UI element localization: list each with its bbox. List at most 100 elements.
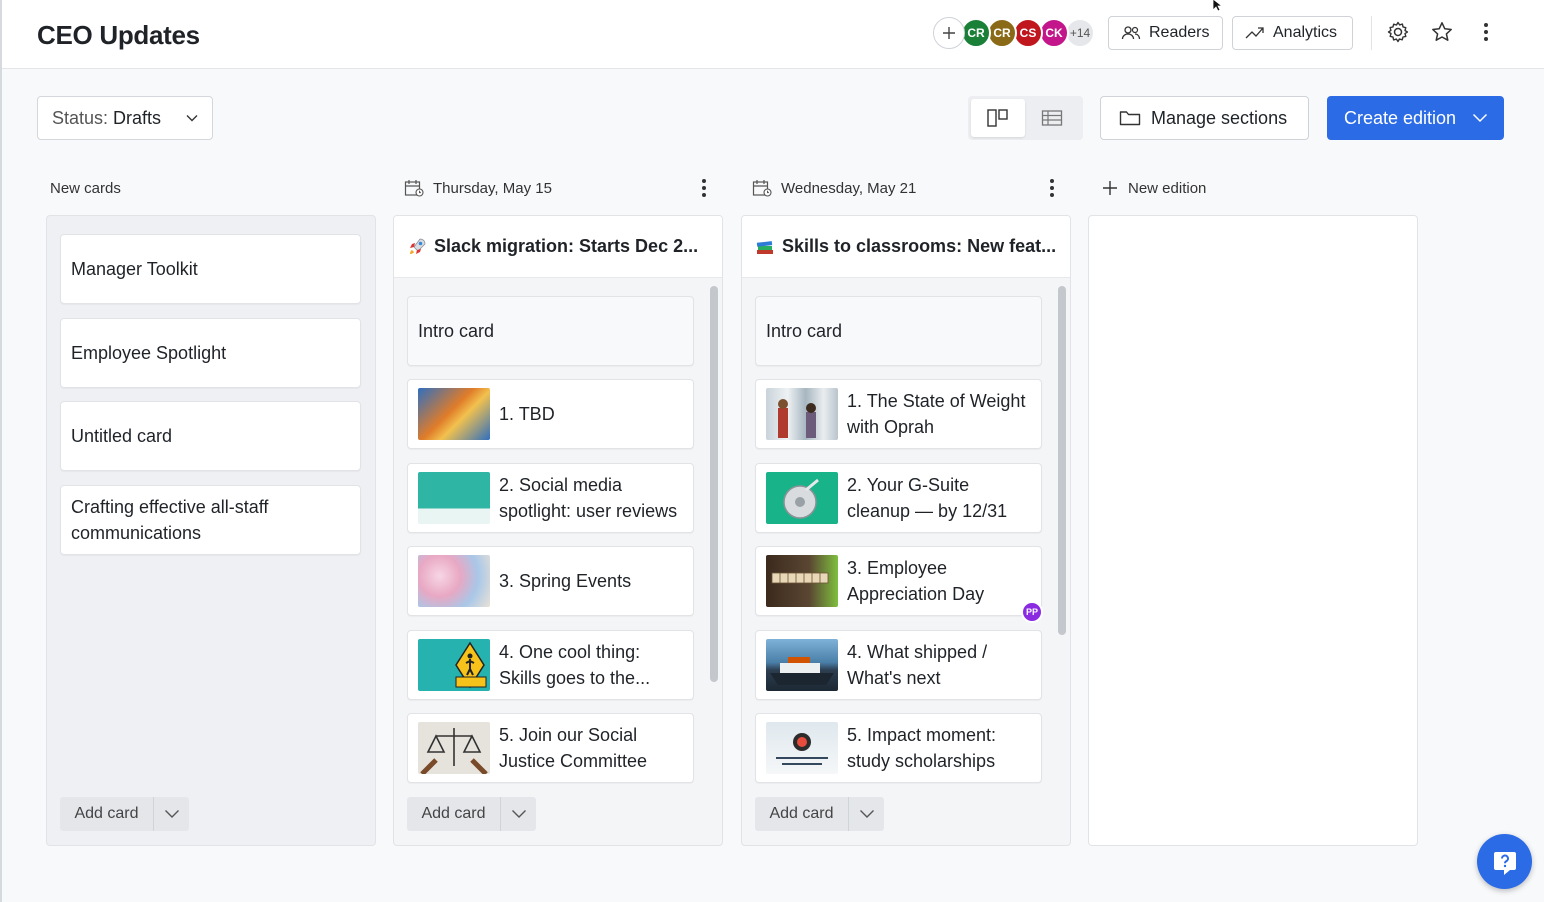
card-title: 1. TBD: [499, 404, 555, 424]
edition-title[interactable]: Skills to classrooms: New feat...: [742, 216, 1070, 278]
card-thumbnail: [418, 472, 490, 524]
trend-icon: [1245, 27, 1264, 39]
list-item[interactable]: 4. One cool thing: Skills goes to the...: [407, 630, 694, 700]
plus-icon: [943, 27, 955, 39]
gear-icon: [1387, 21, 1409, 43]
view-toggle: [968, 96, 1083, 140]
card-thumbnail: [766, 388, 838, 440]
avatar[interactable]: CS: [1013, 18, 1043, 48]
create-edition-label: Create edition: [1344, 107, 1457, 128]
card-title: Crafting effective all-staff communicati…: [71, 497, 269, 543]
new-edition-dropzone[interactable]: [1088, 215, 1418, 846]
card-title: 4. What shipped / What's next: [847, 642, 988, 688]
card-thumbnail: [766, 722, 838, 774]
board-icon: [987, 109, 1008, 127]
edition-date: Thursday, May 15: [433, 179, 552, 197]
edition-date: Wednesday, May 21: [781, 179, 917, 197]
rocket-icon: [410, 238, 426, 254]
settings-button[interactable]: [1384, 18, 1412, 46]
chevron-down-icon: [511, 810, 526, 818]
users-icon: [1121, 26, 1141, 40]
edition-date-header: Wednesday, May 21: [752, 176, 1066, 200]
avatar[interactable]: PP: [1021, 601, 1043, 623]
member-avatars[interactable]: CR CR CS CK +14: [933, 17, 1095, 49]
card-title: Intro card: [418, 321, 495, 341]
list-item[interactable]: 3. Employee Appreciation Day PP: [755, 546, 1043, 623]
chevron-down-icon: [859, 810, 874, 818]
status-value: Drafts: [113, 107, 162, 128]
add-card-menu-button[interactable]: [153, 797, 189, 831]
edition-column: Skills to classrooms: New feat... Intro …: [741, 215, 1071, 846]
add-card-menu-button[interactable]: [848, 797, 884, 831]
status-prefix: Status:: [52, 107, 109, 128]
manage-sections-button[interactable]: Manage sections: [1100, 96, 1309, 140]
card-title: 2. Social media spotlight: user reviews: [499, 475, 678, 521]
help-chat-icon: [1493, 851, 1516, 875]
list-item[interactable]: 5. Join our Social Justice Committee: [407, 713, 694, 783]
card-title: 5. Join our Social Justice Committee: [499, 725, 648, 771]
new-edition-label: New edition: [1128, 179, 1207, 197]
help-chat-button[interactable]: [1477, 834, 1532, 889]
create-edition-button[interactable]: Create edition: [1327, 96, 1504, 140]
edition-card-list: Intro card 1. The State of Weight with O…: [742, 278, 1070, 784]
list-item[interactable]: Employee Spotlight: [60, 318, 361, 388]
new-cards-header-label: New cards: [50, 179, 121, 197]
disc-image-icon: [783, 478, 819, 519]
edition-column: Slack migration: Starts Dec 2... Intro c…: [393, 215, 723, 846]
edition-card-list: Intro card 1. TBD 2. Social media spotli…: [394, 278, 722, 784]
add-card-menu-button[interactable]: [500, 797, 536, 831]
card-title: 3. Spring Events: [499, 571, 632, 591]
list-item[interactable]: 3. Spring Events: [407, 546, 694, 616]
kebab-icon[interactable]: [1049, 178, 1055, 198]
add-card-control: Add card: [407, 797, 536, 831]
divider: [1371, 16, 1372, 50]
calendar-icon: [752, 180, 772, 197]
avatar[interactable]: CK: [1039, 18, 1069, 48]
manage-sections-label: Manage sections: [1151, 107, 1288, 128]
card-title: 2. Your G-Suite cleanup — by 12/31: [847, 475, 1008, 521]
folder-icon: [1119, 111, 1141, 126]
list-item[interactable]: Untitled card: [60, 401, 361, 471]
analytics-button[interactable]: Analytics: [1232, 16, 1353, 50]
scrollbar[interactable]: [710, 286, 718, 682]
avatar[interactable]: CR: [961, 18, 991, 48]
plus-icon: [1103, 181, 1117, 195]
status-filter-dropdown[interactable]: Status: Drafts: [37, 96, 213, 140]
edition-title-text: Skills to classrooms: New feat...: [782, 236, 1057, 256]
list-item[interactable]: 5. Impact moment: study scholarships: [755, 713, 1042, 783]
add-card-button[interactable]: Add card: [407, 797, 500, 831]
table-icon: [1041, 110, 1063, 126]
avatar[interactable]: CR: [987, 18, 1017, 48]
scrollbar[interactable]: [1058, 286, 1066, 635]
list-item[interactable]: 1. The State of Weight with Oprah: [755, 379, 1042, 449]
more-options-button[interactable]: [1472, 18, 1500, 46]
list-view-button[interactable]: [1025, 99, 1079, 137]
add-card-button[interactable]: Add card: [755, 797, 848, 831]
list-item[interactable]: Crafting effective all-staff communicati…: [60, 485, 361, 555]
readers-button[interactable]: Readers: [1108, 16, 1223, 50]
card-title: 4. One cool thing: Skills goes to the...: [499, 642, 651, 688]
kebab-icon[interactable]: [701, 178, 707, 198]
list-item[interactable]: 2. Your G-Suite cleanup — by 12/31: [755, 463, 1042, 533]
edition-title[interactable]: Slack migration: Starts Dec 2...: [394, 216, 722, 278]
books-icon: [756, 240, 773, 254]
add-card-button[interactable]: Add card: [60, 797, 153, 831]
list-item[interactable]: Intro card: [407, 296, 694, 366]
calendar-icon: [404, 180, 424, 197]
new-edition-button[interactable]: New edition: [1102, 176, 1206, 200]
mouse-cursor: [1212, 0, 1224, 17]
favorite-button[interactable]: [1428, 18, 1456, 46]
list-item[interactable]: 2. Social media spotlight: user reviews: [407, 463, 694, 533]
card-title: 3. Employee Appreciation Day: [847, 558, 985, 604]
list-item[interactable]: 1. TBD: [407, 379, 694, 449]
school-sign-icon: [455, 641, 487, 689]
card-thumbnail: [766, 472, 838, 524]
list-item[interactable]: Intro card: [755, 296, 1042, 366]
more-members-count[interactable]: +14: [1065, 18, 1095, 48]
board-view-button[interactable]: [971, 99, 1025, 137]
poster-image-icon: [776, 733, 828, 765]
list-item[interactable]: Manager Toolkit: [60, 234, 361, 304]
add-card-control: Add card: [755, 797, 884, 831]
add-member-button[interactable]: [933, 17, 965, 49]
list-item[interactable]: 4. What shipped / What's next: [755, 630, 1042, 700]
